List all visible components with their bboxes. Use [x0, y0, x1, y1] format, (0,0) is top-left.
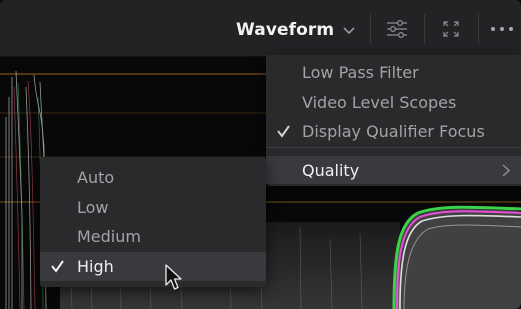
checkmark-icon [51, 260, 64, 273]
expand-icon [443, 21, 459, 37]
more-icon [491, 27, 513, 31]
scope-settings-button[interactable] [375, 14, 419, 44]
mouse-cursor-icon [165, 264, 182, 290]
expand-scope-button[interactable] [429, 14, 473, 44]
chevron-right-icon [502, 164, 510, 177]
quality-option-auto[interactable]: Auto [40, 163, 266, 191]
more-options-button[interactable] [480, 14, 521, 44]
toolbar-divider [424, 14, 425, 44]
toolbar-divider [370, 14, 371, 44]
menu-item-label: Auto [77, 167, 115, 187]
menu-item-display-qualifier-focus[interactable]: Display Qualifier Focus [266, 117, 521, 145]
menu-item-label: High [77, 257, 114, 276]
checkmark-icon [277, 125, 290, 138]
quality-option-low[interactable]: Low [40, 193, 266, 221]
menu-item-quality[interactable]: Quality [266, 156, 521, 184]
scope-toolbar: Waveform [0, 0, 521, 57]
sliders-icon [387, 19, 407, 39]
menu-item-label: Quality [302, 160, 360, 180]
waveform-scope-window: Waveform Low Pass Filter Video Level Sco… [0, 0, 521, 309]
menu-item-label: Video Level Scopes [302, 92, 457, 112]
chevron-down-icon [343, 27, 355, 35]
menu-item-video-level-scopes[interactable]: Video Level Scopes [266, 88, 521, 116]
menu-item-low-pass-filter[interactable]: Low Pass Filter [266, 58, 521, 86]
quality-option-high[interactable]: High [40, 252, 266, 281]
toolbar-divider [478, 14, 479, 44]
menu-item-label: Display Qualifier Focus [302, 121, 485, 141]
scope-type-label: Waveform [236, 20, 335, 40]
scope-options-menu: Low Pass Filter Video Level Scopes Displ… [266, 55, 521, 186]
menu-divider [266, 147, 521, 148]
menu-item-label: Medium [77, 226, 141, 246]
scope-type-dropdown[interactable]: Waveform [236, 18, 356, 42]
quality-option-medium[interactable]: Medium [40, 222, 266, 250]
quality-submenu: Auto Low Medium High [40, 157, 266, 287]
menu-item-label: Low Pass Filter [302, 62, 419, 82]
menu-item-label: Low [77, 197, 109, 217]
